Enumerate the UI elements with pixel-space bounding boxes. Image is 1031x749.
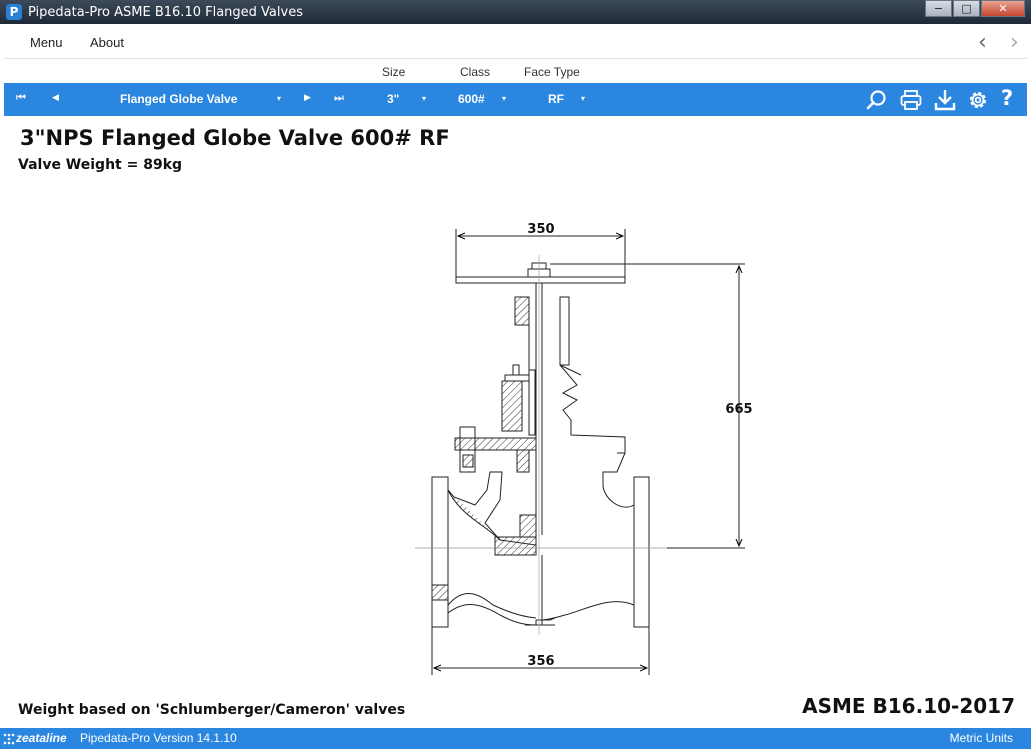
class-select[interactable]: 600# bbox=[458, 92, 485, 106]
forward-arrow-icon[interactable]: › bbox=[1010, 30, 1019, 55]
valve-drawing: 350 665 356 bbox=[415, 222, 753, 675]
size-label: Size bbox=[382, 65, 406, 79]
selection-toolbar: ⏮ ◀ Flanged Globe Valve ▾ ▶ ⏭ 3" ▾ 600# … bbox=[4, 83, 1027, 116]
download-icon[interactable] bbox=[933, 88, 957, 112]
valve-type-select[interactable]: Flanged Globe Valve bbox=[120, 92, 237, 106]
brand-name: zeataline bbox=[16, 731, 67, 745]
app-icon: P bbox=[6, 4, 22, 20]
face-type-select[interactable]: RF bbox=[548, 92, 564, 106]
standard-reference: ASME B16.10-2017 bbox=[802, 694, 1015, 718]
face-type-dropdown-icon[interactable]: ▾ bbox=[581, 94, 585, 103]
window-title: Pipedata-Pro ASME B16.10 Flanged Valves bbox=[28, 4, 303, 20]
minimize-button[interactable]: − bbox=[925, 0, 952, 17]
height-dimension: 665 bbox=[725, 402, 752, 417]
menu-button[interactable]: Menu bbox=[30, 35, 63, 50]
previous-record-icon[interactable]: ◀ bbox=[52, 93, 59, 103]
help-icon[interactable]: ? bbox=[1001, 86, 1013, 110]
back-arrow-icon[interactable]: ‹ bbox=[978, 30, 987, 55]
menu-bar: Menu About ‹ › bbox=[4, 27, 1027, 59]
size-select[interactable]: 3" bbox=[387, 92, 399, 106]
valve-weight: Valve Weight = 89kg bbox=[18, 157, 183, 173]
class-dropdown-icon[interactable]: ▾ bbox=[502, 94, 506, 103]
gear-icon[interactable] bbox=[966, 88, 990, 112]
units-indicator[interactable]: Metric Units bbox=[950, 731, 1013, 745]
window-controls: − □ ✕ bbox=[924, 0, 1025, 17]
print-icon[interactable] bbox=[899, 88, 923, 112]
app-window: P Pipedata-Pro ASME B16.10 Flanged Valve… bbox=[0, 0, 1031, 749]
last-record-icon[interactable]: ⏭ bbox=[334, 91, 344, 105]
search-icon[interactable] bbox=[865, 88, 889, 112]
page-title: 3"NPS Flanged Globe Valve 600# RF bbox=[20, 126, 450, 150]
face-type-label: Face Type bbox=[524, 65, 580, 79]
weight-source-note: Weight based on 'Schlumberger/Cameron' v… bbox=[18, 702, 406, 718]
brand-logo-icon bbox=[3, 733, 15, 745]
face-to-face-dimension: 356 bbox=[527, 654, 554, 669]
valve-type-dropdown-icon[interactable]: ▾ bbox=[277, 94, 281, 103]
maximize-button[interactable]: □ bbox=[953, 0, 980, 17]
title-bar: P Pipedata-Pro ASME B16.10 Flanged Valve… bbox=[0, 0, 1031, 24]
about-button[interactable]: About bbox=[90, 35, 124, 50]
handwheel-dimension: 350 bbox=[527, 222, 554, 237]
size-dropdown-icon[interactable]: ▾ bbox=[422, 94, 426, 103]
class-label: Class bbox=[460, 65, 491, 79]
first-record-icon[interactable]: ⏮ bbox=[16, 91, 26, 105]
status-bar: zeataline Pipedata-Pro Version 14.1.10 M… bbox=[0, 728, 1031, 749]
selector-labels: Size Class Face Type bbox=[4, 60, 1027, 83]
version-label: Pipedata-Pro Version 14.1.10 bbox=[80, 731, 237, 745]
next-record-icon[interactable]: ▶ bbox=[304, 93, 311, 103]
close-button[interactable]: ✕ bbox=[981, 0, 1025, 17]
